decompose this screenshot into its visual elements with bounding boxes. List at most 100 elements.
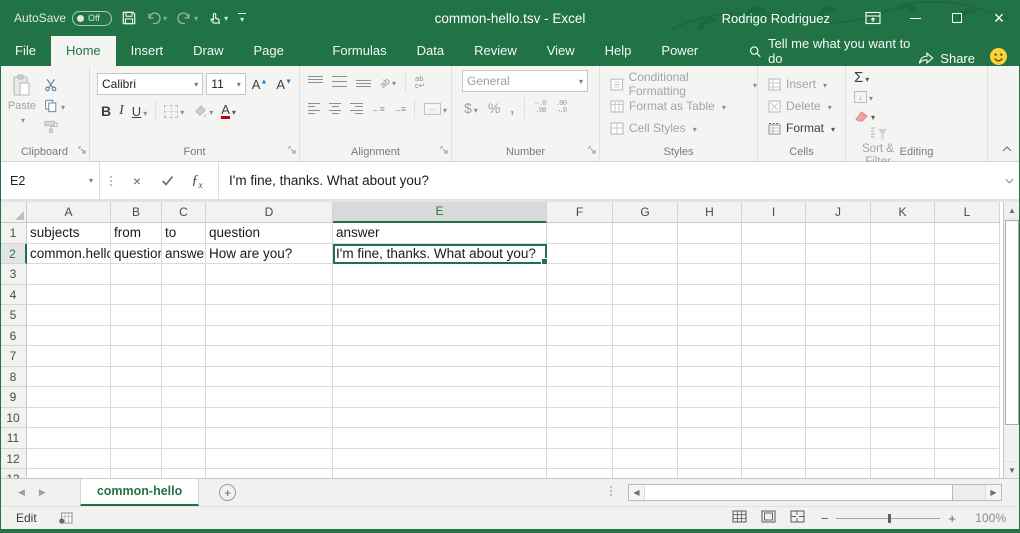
cell-H8[interactable] xyxy=(678,367,742,388)
page-layout-view-button[interactable] xyxy=(761,510,776,526)
zoom-slider-thumb[interactable] xyxy=(888,514,891,523)
row-header-2[interactable]: 2 xyxy=(0,244,27,265)
cell-J10[interactable] xyxy=(806,408,871,429)
row-header-13[interactable]: 13 xyxy=(0,469,27,478)
fill-color-dropdown-icon[interactable] xyxy=(207,104,213,118)
cell-G11[interactable] xyxy=(613,428,678,449)
row-header-12[interactable]: 12 xyxy=(0,449,27,470)
cell-E6[interactable] xyxy=(333,326,547,347)
tab-page-layout[interactable]: Page Layout xyxy=(239,36,318,66)
cell-G1[interactable] xyxy=(613,223,678,244)
italic-button[interactable]: I xyxy=(119,103,124,119)
minimize-button[interactable] xyxy=(894,0,936,36)
cell-L3[interactable] xyxy=(935,264,1000,285)
cell-E5[interactable] xyxy=(333,305,547,326)
cell-B5[interactable] xyxy=(111,305,162,326)
cell-G3[interactable] xyxy=(613,264,678,285)
cell-B10[interactable] xyxy=(111,408,162,429)
cell-F2[interactable] xyxy=(547,244,613,265)
cell-J9[interactable] xyxy=(806,387,871,408)
font-color-button[interactable]: A xyxy=(221,104,236,119)
undo-dropdown-icon[interactable]: ▾ xyxy=(163,14,167,23)
zoom-level[interactable]: 100% xyxy=(972,511,1006,525)
copy-dropdown-icon[interactable] xyxy=(59,99,65,113)
cell-B9[interactable] xyxy=(111,387,162,408)
cell-D7[interactable] xyxy=(206,346,333,367)
cell-B13[interactable] xyxy=(111,469,162,478)
cell-J2[interactable] xyxy=(806,244,871,265)
row-header-7[interactable]: 7 xyxy=(0,346,27,367)
cell-D9[interactable] xyxy=(206,387,333,408)
cell-B6[interactable] xyxy=(111,326,162,347)
cell-F5[interactable] xyxy=(547,305,613,326)
decrease-decimal-button[interactable]: .00→.0 xyxy=(556,101,567,116)
clipboard-dialog-launcher[interactable] xyxy=(78,144,87,158)
cell-K12[interactable] xyxy=(871,449,935,470)
insert-function-button[interactable]: ƒx xyxy=(182,171,212,190)
cell-J6[interactable] xyxy=(806,326,871,347)
autosave-toggle-pill[interactable]: Off xyxy=(72,11,112,26)
cell-K3[interactable] xyxy=(871,264,935,285)
scroll-up-button[interactable]: ▲ xyxy=(1004,202,1020,219)
align-top-button[interactable] xyxy=(308,76,323,87)
column-header-I[interactable]: I xyxy=(742,202,806,223)
cell-K2[interactable] xyxy=(871,244,935,265)
tab-scrollbar-divider[interactable] xyxy=(610,486,612,496)
save-button[interactable] xyxy=(122,11,136,25)
cell-G5[interactable] xyxy=(613,305,678,326)
comma-style-button[interactable]: , xyxy=(510,100,514,116)
user-name[interactable]: Rodrigo Rodriguez xyxy=(722,11,830,26)
number-format-combo[interactable]: General▾ xyxy=(462,70,588,92)
cell-F1[interactable] xyxy=(547,223,613,244)
zoom-slider[interactable]: − + xyxy=(821,512,956,525)
touch-mode-dropdown-icon[interactable]: ▾ xyxy=(224,14,228,23)
tell-me-box[interactable]: Tell me what you want to do xyxy=(749,36,918,66)
tab-home[interactable]: Home xyxy=(51,36,116,66)
cell-L1[interactable] xyxy=(935,223,1000,244)
cell-I10[interactable] xyxy=(742,408,806,429)
cell-J1[interactable] xyxy=(806,223,871,244)
macro-recording-button[interactable] xyxy=(59,512,73,524)
cell-C2[interactable]: answer xyxy=(162,244,206,265)
format-as-table-dropdown-icon[interactable] xyxy=(720,99,726,113)
cell-A7[interactable] xyxy=(27,346,111,367)
cell-I13[interactable] xyxy=(742,469,806,478)
cell-G8[interactable] xyxy=(613,367,678,388)
align-middle-button[interactable] xyxy=(332,76,347,87)
cut-button[interactable] xyxy=(44,77,65,92)
select-all-corner[interactable] xyxy=(0,202,27,223)
underline-dropdown-icon[interactable] xyxy=(141,105,147,119)
cell-D2[interactable]: How are you? xyxy=(206,244,333,265)
name-box-dropdown-icon[interactable]: ▾ xyxy=(89,176,93,185)
merge-center-dropdown-icon[interactable] xyxy=(441,102,447,116)
font-dialog-launcher[interactable] xyxy=(288,144,297,158)
column-header-J[interactable]: J xyxy=(806,202,871,223)
bold-button[interactable]: B xyxy=(101,103,111,119)
cell-H9[interactable] xyxy=(678,387,742,408)
merge-center-button[interactable]: ↔ xyxy=(424,102,447,116)
cell-K10[interactable] xyxy=(871,408,935,429)
column-header-K[interactable]: K xyxy=(871,202,935,223)
cell-H6[interactable] xyxy=(678,326,742,347)
cell-D6[interactable] xyxy=(206,326,333,347)
clear-dropdown-icon[interactable] xyxy=(869,109,875,123)
tab-review[interactable]: Review xyxy=(459,36,532,66)
cell-F7[interactable] xyxy=(547,346,613,367)
format-as-table-button[interactable]: Format as Table xyxy=(610,97,757,115)
sheet-tab-common-hello[interactable]: common-hello xyxy=(80,479,199,506)
orientation-button[interactable]: ab xyxy=(380,75,396,89)
cell-K6[interactable] xyxy=(871,326,935,347)
horizontal-scroll-thumb[interactable] xyxy=(645,485,953,500)
column-header-H[interactable]: H xyxy=(678,202,742,223)
cell-A8[interactable] xyxy=(27,367,111,388)
cell-E12[interactable] xyxy=(333,449,547,470)
cell-J8[interactable] xyxy=(806,367,871,388)
formula-input[interactable]: I'm fine, thanks. What about you? xyxy=(219,162,998,199)
column-header-A[interactable]: A xyxy=(27,202,111,223)
horizontal-scrollbar[interactable]: ◀ ▶ xyxy=(628,484,1002,501)
cell-B3[interactable] xyxy=(111,264,162,285)
column-header-F[interactable]: F xyxy=(547,202,613,223)
cell-styles-button[interactable]: Cell Styles xyxy=(610,119,757,137)
cell-K13[interactable] xyxy=(871,469,935,478)
cell-H4[interactable] xyxy=(678,285,742,306)
